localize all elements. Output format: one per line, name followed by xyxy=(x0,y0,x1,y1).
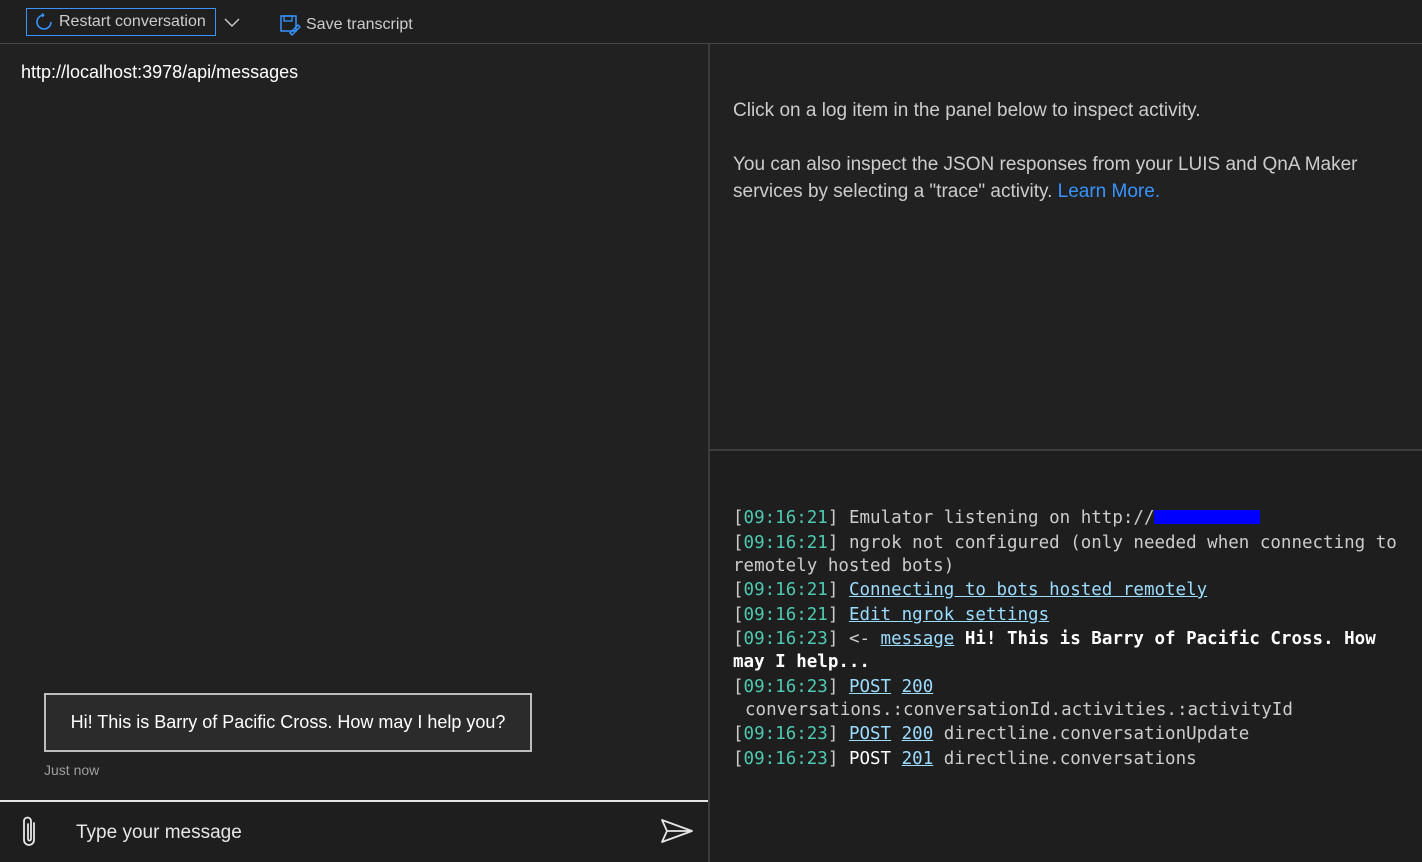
log-entry[interactable]: [09:16:23] POST 200 conversations.:conve… xyxy=(733,676,1403,722)
send-button[interactable] xyxy=(658,816,696,846)
log-entry[interactable]: [09:16:23] POST 201 directline.conversat… xyxy=(733,748,1403,771)
refresh-icon xyxy=(36,13,52,30)
paperclip-icon xyxy=(23,816,35,846)
log-timestamp: [09:16:23] xyxy=(733,748,839,769)
log-entry[interactable]: [09:16:23] <- message Hi! This is Barry … xyxy=(733,628,1403,674)
log-route: conversations.:conversationId.activities… xyxy=(745,699,1293,720)
endpoint-url: http://localhost:3978/api/messages xyxy=(21,62,299,82)
learn-more-link[interactable]: Learn More. xyxy=(1058,181,1160,202)
log-direction: <- xyxy=(848,629,881,649)
log-entry[interactable]: [09:16:21] Edit ngrok settings xyxy=(733,604,1403,627)
message-timestamp: Just now xyxy=(44,762,100,778)
log-timestamp: [09:16:21] xyxy=(733,508,839,528)
connecting-remote-bots-link[interactable]: Connecting to bots hosted remotely xyxy=(849,580,1207,600)
save-transcript-icon xyxy=(280,15,301,36)
log-panel: [09:16:21] Emulator listening on http://… xyxy=(710,453,1422,862)
log-status-link[interactable]: 201 xyxy=(902,749,934,769)
message-input[interactable] xyxy=(74,818,634,848)
log-route: directline.conversationUpdate xyxy=(943,724,1250,744)
log-timestamp: [09:16:21] xyxy=(733,532,839,553)
log-status-link[interactable]: 200 xyxy=(902,677,934,697)
log-entry[interactable]: [09:16:21] ngrok not configured (only ne… xyxy=(733,532,1403,578)
message-activity-link[interactable]: message xyxy=(881,629,955,649)
log-method-link[interactable]: POST xyxy=(849,677,891,697)
log-method-link[interactable]: POST xyxy=(849,724,891,744)
chevron-down-icon xyxy=(224,18,240,27)
bot-message-bubble[interactable]: Hi! This is Barry of Pacific Cross. How … xyxy=(44,693,532,752)
log-text: Emulator listening on http:// xyxy=(848,508,1155,528)
log-timestamp: [09:16:23] xyxy=(733,724,839,744)
log-list: [09:16:21] Emulator listening on http://… xyxy=(733,507,1403,772)
log-status-link[interactable]: 200 xyxy=(902,724,934,744)
inspector-panel: Click on a log item in the panel below t… xyxy=(710,44,1422,451)
inspector-trace-text: You can also inspect the JSON responses … xyxy=(733,154,1358,202)
log-timestamp: [09:16:23] xyxy=(733,629,839,649)
save-transcript-label: Save transcript xyxy=(306,16,413,33)
log-route: directline.conversations xyxy=(943,748,1197,769)
log-timestamp: [09:16:21] xyxy=(733,580,839,600)
log-entry[interactable]: [09:16:23] POST 200 directline.conversat… xyxy=(733,723,1403,746)
log-method: POST xyxy=(848,748,892,769)
toolbar: Restart conversation Save transcript xyxy=(0,0,1422,44)
inspector-trace-info: You can also inspect the JSON responses … xyxy=(733,151,1393,205)
restart-conversation-button[interactable]: Restart conversation xyxy=(26,8,216,36)
log-timestamp: [09:16:23] xyxy=(733,676,839,697)
log-entry[interactable]: [09:16:21] Connecting to bots hosted rem… xyxy=(733,579,1403,602)
save-transcript-button[interactable]: Save transcript xyxy=(278,11,413,39)
restart-options-dropdown[interactable] xyxy=(222,12,242,34)
log-timestamp: [09:16:21] xyxy=(733,604,839,625)
inspector-instruction: Click on a log item in the panel below t… xyxy=(733,100,1201,121)
attach-button[interactable] xyxy=(16,814,44,850)
send-icon xyxy=(661,819,693,843)
redacted-block xyxy=(1154,510,1261,524)
chat-panel: http://localhost:3978/api/messages Hi! T… xyxy=(0,44,708,862)
message-input-bar xyxy=(0,800,708,862)
bot-message-text: Hi! This is Barry of Pacific Cross. How … xyxy=(70,712,506,732)
edit-ngrok-settings-link[interactable]: Edit ngrok settings xyxy=(849,605,1049,625)
restart-conversation-label: Restart conversation xyxy=(59,13,206,30)
log-entry[interactable]: [09:16:21] Emulator listening on http:// xyxy=(733,507,1403,530)
